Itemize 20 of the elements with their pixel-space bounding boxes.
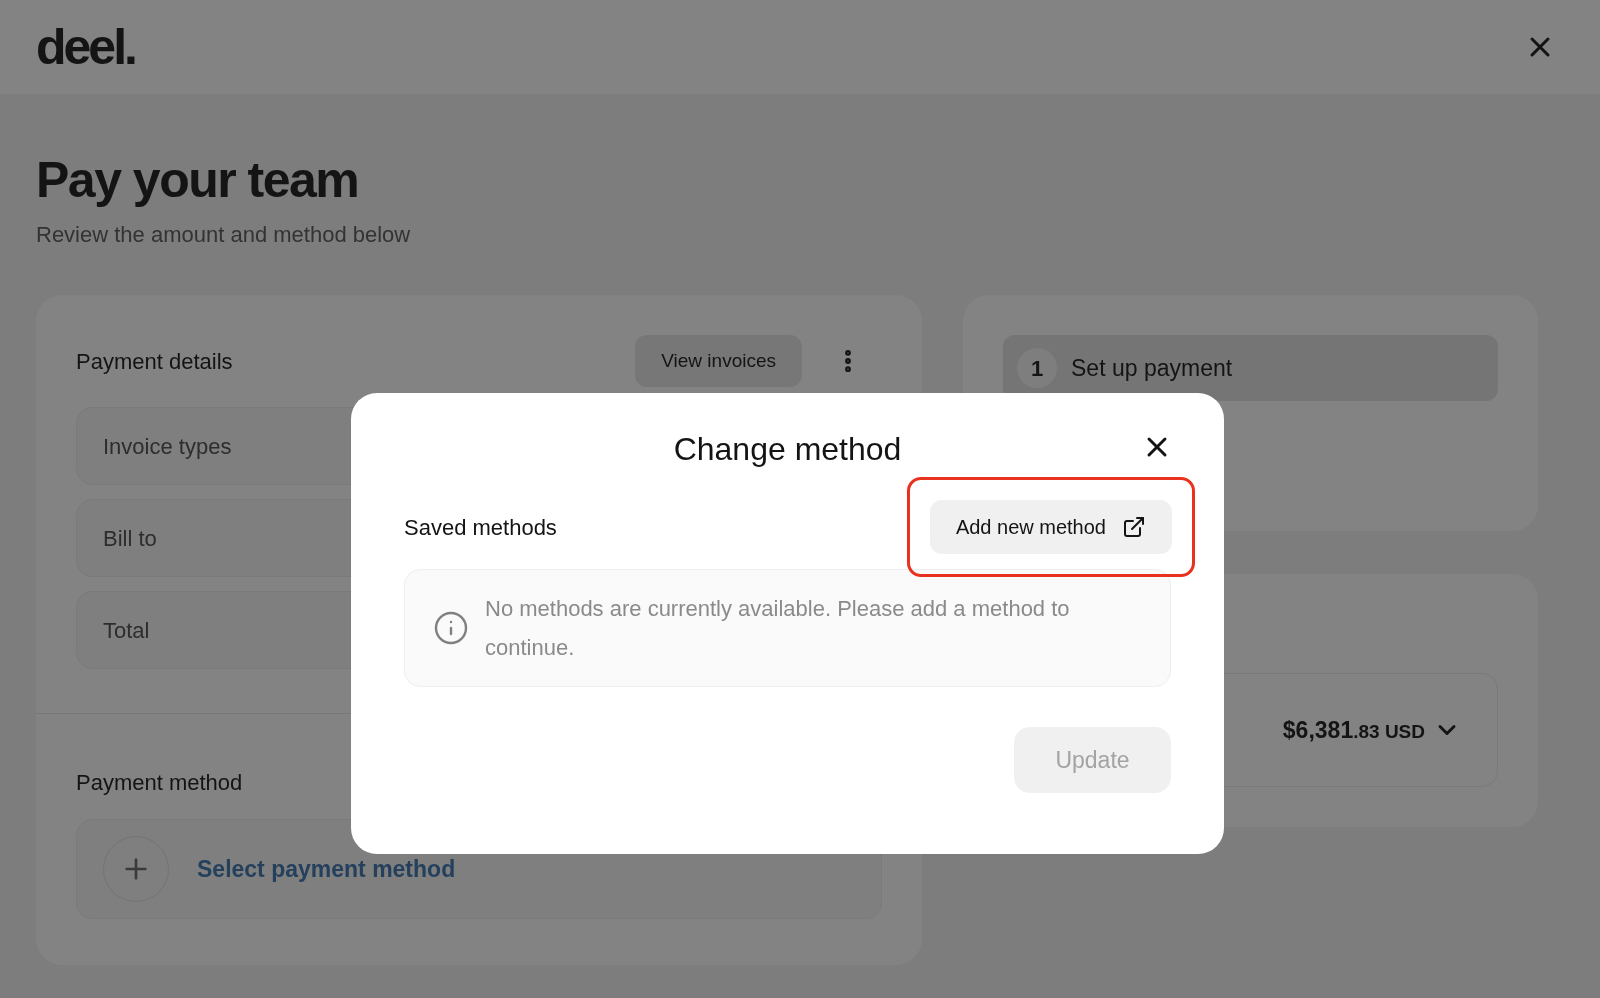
section-label: Saved methods xyxy=(404,513,557,542)
external-link-icon xyxy=(1122,515,1146,539)
dialog-title: Change method xyxy=(673,430,902,469)
step-item[interactable]: 1 Set up payment xyxy=(1003,335,1498,401)
amount-value: $6,381.83 USD xyxy=(1282,715,1425,745)
row-label: Bill to xyxy=(103,524,157,553)
step-number: 1 xyxy=(1017,348,1057,388)
page-title: Pay your team xyxy=(36,151,360,210)
card-title: Payment details xyxy=(76,347,233,376)
select-label: Select payment method xyxy=(197,854,456,884)
section-title: Payment method xyxy=(76,770,243,795)
notice-text: No methods are currently available. Please add a method to continue. xyxy=(485,595,1071,662)
row-label: Invoice types xyxy=(103,432,232,461)
view-invoices-button[interactable]: View invoices xyxy=(635,335,802,387)
row-label: Total xyxy=(103,616,150,645)
step-label: Set up payment xyxy=(1071,353,1233,383)
add-method-button[interactable]: Add new method xyxy=(929,500,1172,554)
info-icon xyxy=(433,610,469,646)
deel-logo[interactable]: deel. xyxy=(36,22,135,72)
page-subtitle: Review the amount and method below xyxy=(36,221,412,249)
